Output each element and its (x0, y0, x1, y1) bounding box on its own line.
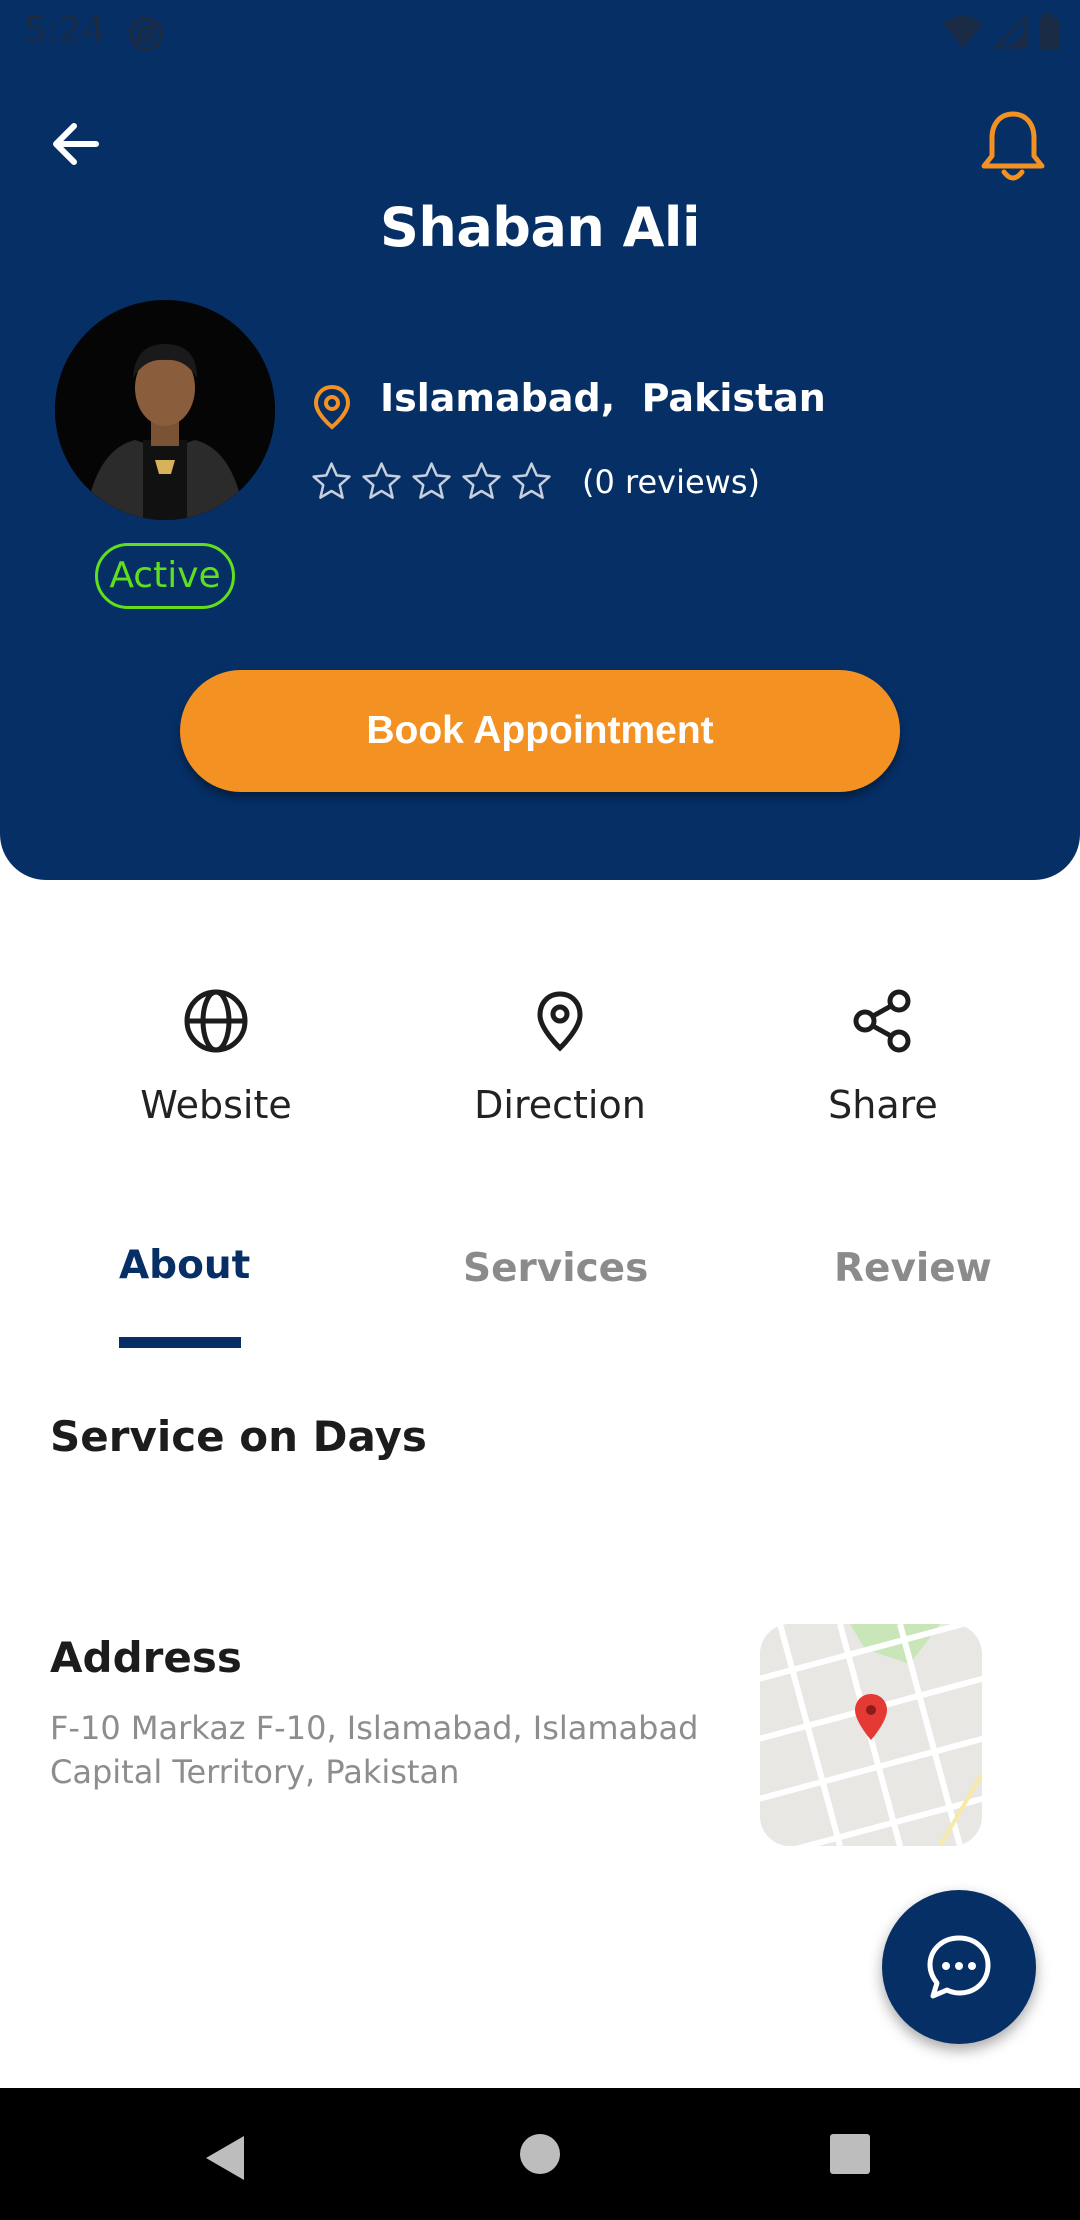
service-days-title: Service on Days (50, 1412, 427, 1461)
battery-icon (1039, 14, 1059, 50)
chat-button[interactable] (882, 1890, 1036, 2044)
star-outline-icon[interactable] (410, 460, 453, 503)
tab-indicator (119, 1337, 241, 1348)
nav-back-icon[interactable] (204, 2134, 246, 2182)
book-appointment-button[interactable]: Book Appointment (180, 670, 900, 792)
tab-about[interactable]: About (119, 1243, 250, 1288)
avatar[interactable] (55, 300, 275, 520)
status-badge: Active (95, 543, 235, 609)
location-text: Islamabad, Pakistan (380, 376, 826, 420)
nav-home-button[interactable] (520, 2134, 560, 2174)
share-icon (853, 989, 911, 1053)
star-outline-icon[interactable] (310, 460, 353, 503)
globe-icon (184, 989, 248, 1053)
address-text: F-10 Markaz F-10, Islamabad, Islamabad C… (50, 1709, 699, 1791)
rating-stars[interactable] (310, 460, 553, 503)
map-pin-icon (537, 991, 583, 1052)
share-label: Share (828, 1083, 938, 1127)
status-time: 5:24 (24, 10, 105, 51)
map-thumbnail[interactable] (760, 1624, 982, 1846)
website-label: Website (140, 1083, 292, 1127)
tab-review[interactable]: Review (834, 1246, 992, 1291)
bell-icon[interactable] (978, 108, 1048, 186)
wifi-icon (943, 16, 983, 48)
website-action[interactable]: Website (86, 985, 346, 1127)
avatar-photo (55, 300, 275, 520)
direction-action[interactable]: Direction (430, 985, 690, 1127)
star-outline-icon[interactable] (360, 460, 403, 503)
direction-label: Direction (474, 1083, 646, 1127)
signal-icon (994, 15, 1028, 49)
star-outline-icon[interactable] (510, 460, 553, 503)
chat-bubble-icon (927, 1935, 991, 1999)
reviews-count[interactable]: (0 reviews) (582, 463, 760, 501)
star-outline-icon[interactable] (460, 460, 503, 503)
nav-recents-button[interactable] (830, 2134, 870, 2174)
do-not-disturb-icon (129, 17, 163, 51)
address-title: Address (50, 1633, 242, 1682)
map-pin-icon (313, 384, 351, 430)
status-bar: 5:24 (0, 0, 1080, 68)
profile-name: Shaban Ali (380, 196, 700, 259)
share-action[interactable]: Share (753, 985, 1013, 1127)
map-image (760, 1624, 982, 1846)
tab-services[interactable]: Services (463, 1246, 648, 1291)
system-nav-bar (0, 2088, 1080, 2220)
back-arrow-icon[interactable] (44, 112, 108, 176)
